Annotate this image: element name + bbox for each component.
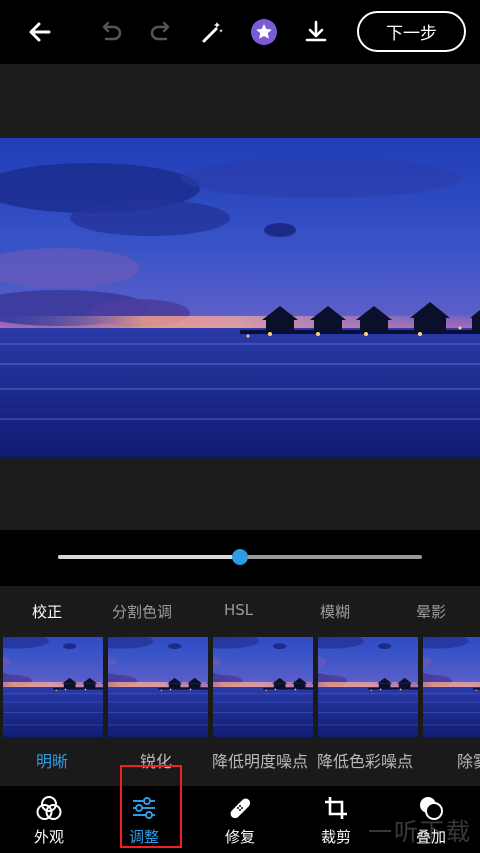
tab-hsl[interactable]: HSL [224, 601, 253, 619]
photo-canvas [0, 64, 480, 530]
nav-crop[interactable]: 裁剪 [301, 794, 371, 847]
filter-thumbnail[interactable] [3, 637, 103, 737]
filter-thumbnail[interactable] [423, 637, 480, 737]
tab-vignette[interactable]: 晕影 [416, 601, 446, 622]
nav-looks[interactable]: 外观 [14, 794, 84, 847]
slider-thumb[interactable] [232, 549, 248, 565]
filter-label-clarity[interactable]: 明晰 [36, 748, 68, 772]
looks-circles-icon [36, 796, 62, 820]
nav-heal[interactable]: 修复 [205, 794, 275, 847]
star-badge-icon[interactable] [246, 14, 282, 50]
filter-thumbnail[interactable] [213, 637, 313, 737]
bandage-icon [230, 798, 251, 819]
crop-icon [325, 797, 347, 819]
slider-fill [58, 555, 240, 559]
next-step-button[interactable]: 下一步 [357, 11, 466, 52]
photo-preview[interactable] [0, 138, 480, 457]
filter-label-luminance-noise[interactable]: 降低明度噪点 [212, 748, 308, 772]
nav-label: 修复 [224, 828, 255, 846]
redo-icon[interactable] [144, 14, 180, 50]
magic-wand-icon[interactable] [194, 14, 230, 50]
watermark: 一听下载 [368, 818, 472, 846]
tab-correction[interactable]: 校正 [32, 601, 62, 622]
adjustment-slider[interactable] [58, 549, 422, 565]
tab-blur[interactable]: 模糊 [320, 601, 350, 622]
adjust-category-tabs: 校正 分割色调 HSL 模糊 晕影 [0, 586, 480, 634]
adjustment-slider-area [0, 530, 480, 586]
nav-label: 裁剪 [320, 828, 351, 846]
nav-label: 外观 [33, 828, 64, 846]
filter-thumbnail[interactable] [108, 637, 208, 737]
tab-split-toning[interactable]: 分割色调 [112, 601, 172, 622]
arrow-left-icon[interactable] [22, 14, 58, 50]
filter-label-color-noise[interactable]: 降低色彩噪点 [317, 748, 413, 772]
filter-thumbnail[interactable] [318, 637, 418, 737]
filter-label-dehaze[interactable]: 除雾 [457, 748, 480, 772]
filter-thumbnails [0, 634, 480, 738]
highlight-box [120, 765, 182, 848]
top-toolbar: 下一步 [0, 0, 480, 64]
download-icon[interactable] [298, 14, 334, 50]
filter-labels: 明晰 锐化 降低明度噪点 降低色彩噪点 除雾 [0, 738, 480, 786]
undo-icon[interactable] [92, 14, 128, 50]
